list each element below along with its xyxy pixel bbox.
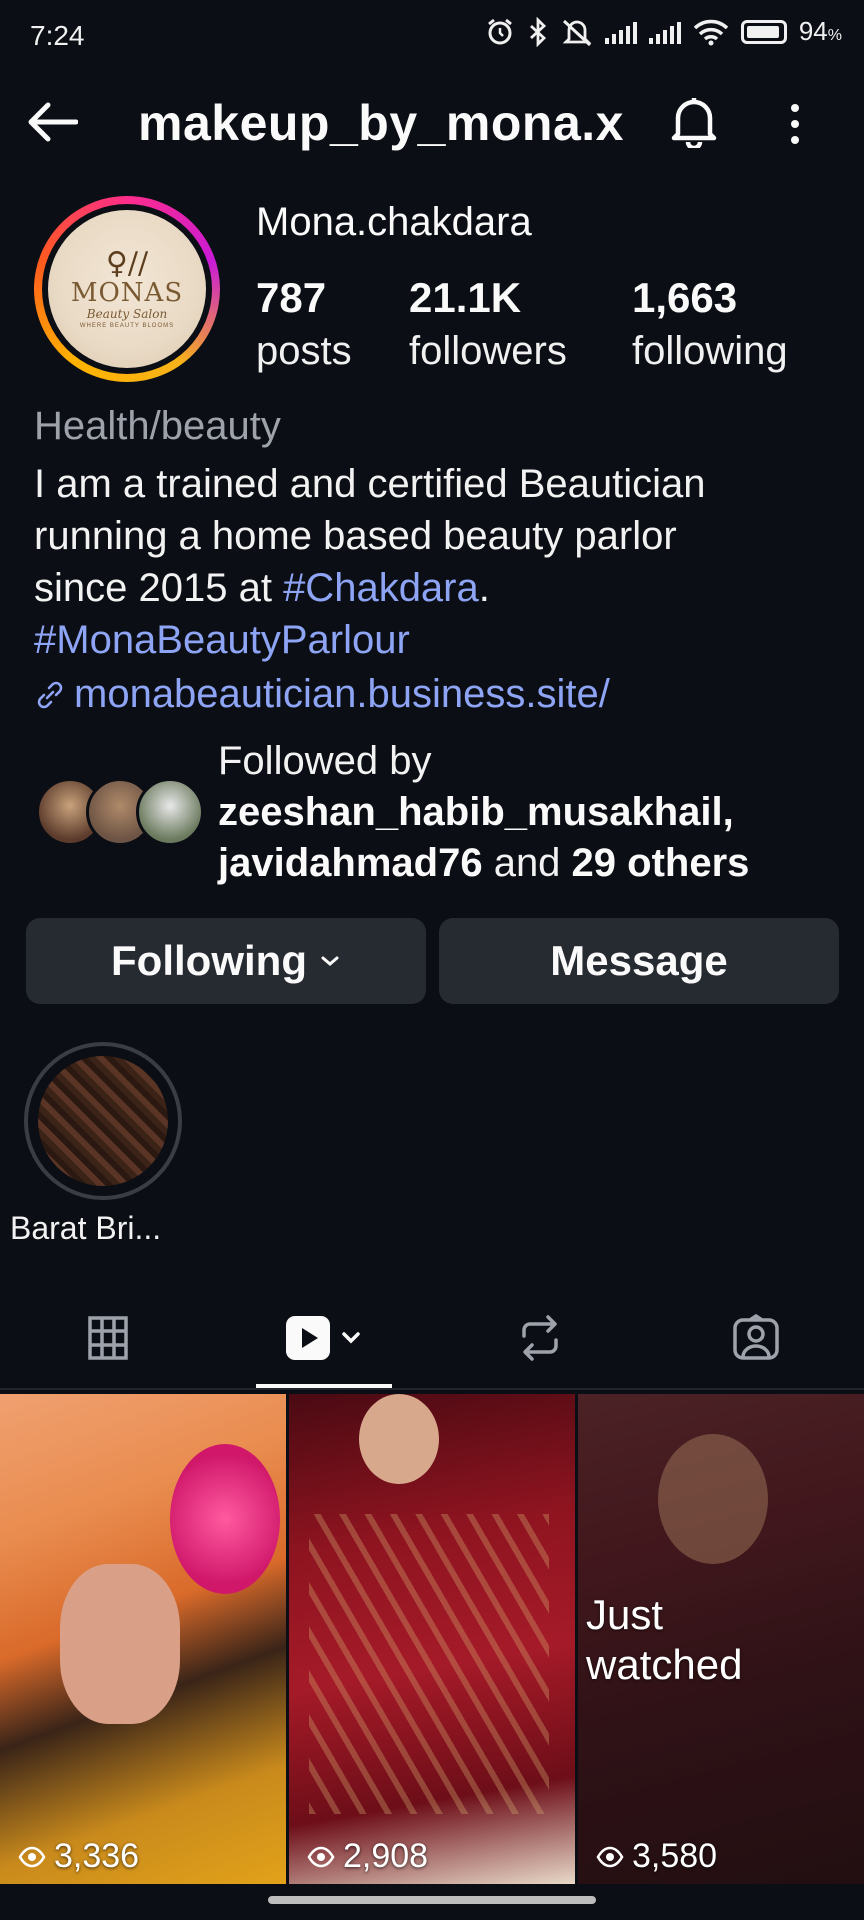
story-highlight[interactable] (24, 1042, 182, 1200)
link-icon (37, 681, 63, 708)
follower-username: zeeshan_habib_musakhail, (218, 790, 734, 834)
stat-posts-count: 787 (256, 274, 327, 321)
reel-tile[interactable]: Just watched 3,580 (578, 1394, 864, 1884)
signal-icon (648, 20, 681, 44)
avatar (136, 778, 204, 846)
tab-tagged[interactable] (648, 1290, 864, 1386)
stat-followers[interactable]: 21.1K followers (409, 272, 567, 378)
reel-tile[interactable]: 2,908 (289, 1394, 575, 1884)
signal-icon (604, 20, 637, 44)
status-icons: 94% (485, 16, 842, 47)
bio-line: I am a trained and certified Beautician (34, 462, 706, 506)
grid-icon (88, 1316, 128, 1360)
chevron-down-icon (321, 956, 339, 966)
website-url: monabeautician.business.site/ (74, 672, 610, 716)
just-watched-label: Just watched (586, 1591, 743, 1688)
logo-name: MONAS (70, 278, 184, 308)
profile-bio: I am a trained and certified Beautician … (34, 458, 834, 666)
eye-icon (596, 1846, 624, 1867)
stat-following[interactable]: 1,663 following (632, 272, 788, 378)
followed-by-text[interactable]: Followed by zeeshan_habib_musakhail, jav… (218, 736, 749, 889)
home-indicator[interactable] (268, 1896, 596, 1904)
reposts-icon (522, 1315, 558, 1361)
profile-category: Health/beauty (34, 404, 281, 448)
stat-posts-label: posts (256, 329, 352, 373)
more-vertical-icon[interactable] (780, 100, 810, 148)
alarm-icon (487, 18, 512, 44)
profile-header: makeup_by_mona.x (0, 80, 864, 164)
reel-view-count: 3,336 (18, 1837, 139, 1876)
stat-following-label: following (632, 329, 788, 373)
bio-line: since 2015 at #Chakdara. (34, 566, 490, 610)
following-button[interactable]: Following (26, 918, 426, 1004)
battery-icon (740, 19, 787, 44)
message-button[interactable]: Message (439, 918, 839, 1004)
makeup-brush-icon: ♀// (105, 246, 149, 281)
hashtag-monabeautyparlour[interactable]: #MonaBeautyParlour (34, 614, 834, 666)
status-time: 7:24 (30, 20, 85, 51)
tagged-icon (733, 1314, 779, 1360)
reels-icon (286, 1316, 360, 1360)
stat-followers-label: followers (409, 329, 567, 373)
tab-grid[interactable] (0, 1290, 216, 1386)
bio-line: running a home based beauty parlor (34, 514, 677, 558)
eye-icon (307, 1846, 335, 1867)
stat-posts[interactable]: 787 posts (256, 272, 352, 378)
followed-by-avatars[interactable] (36, 778, 204, 846)
logo-tagline: WHERE BEAUTY BLOOMS (79, 323, 175, 329)
status-bar: 7:24 94% (0, 0, 864, 72)
reel-view-count: 2,908 (307, 1837, 428, 1876)
follower-username: javidahmad76 (218, 841, 483, 885)
stat-following-count: 1,663 (632, 274, 738, 321)
bell-icon[interactable] (668, 94, 720, 148)
profile-website-link[interactable]: monabeautician.business.site/ (34, 672, 610, 717)
mute-icon (562, 19, 592, 46)
tab-reels[interactable] (216, 1290, 432, 1386)
reel-view-count: 3,580 (596, 1837, 717, 1876)
profile-content-tabs (0, 1290, 864, 1390)
hashtag-chakdara[interactable]: #Chakdara (283, 566, 479, 610)
tab-reposts[interactable] (432, 1290, 648, 1386)
stat-followers-count: 21.1K (409, 274, 522, 321)
highlight-thumbnail (38, 1056, 168, 1186)
divider (0, 1388, 864, 1390)
highlight-label: Barat Bri... (10, 1210, 162, 1246)
salon-logo: ♀// MONAS Beauty Salon WHERE BEAUTY BLOO… (48, 210, 206, 368)
display-name: Mona.chakdara (256, 200, 532, 244)
logo-subtitle: Beauty Salon (86, 307, 168, 321)
bluetooth-icon (529, 16, 546, 47)
eye-icon (18, 1846, 46, 1867)
battery-percent: 94% (798, 16, 842, 46)
wifi-icon (693, 19, 729, 45)
reel-tile[interactable]: 3,336 (0, 1394, 286, 1884)
profile-username: makeup_by_mona.x (138, 95, 624, 151)
followers-others-count: 29 others (571, 841, 750, 885)
back-arrow-icon[interactable] (26, 100, 78, 144)
profile-avatar[interactable]: ♀// MONAS Beauty Salon WHERE BEAUTY BLOO… (34, 196, 220, 382)
